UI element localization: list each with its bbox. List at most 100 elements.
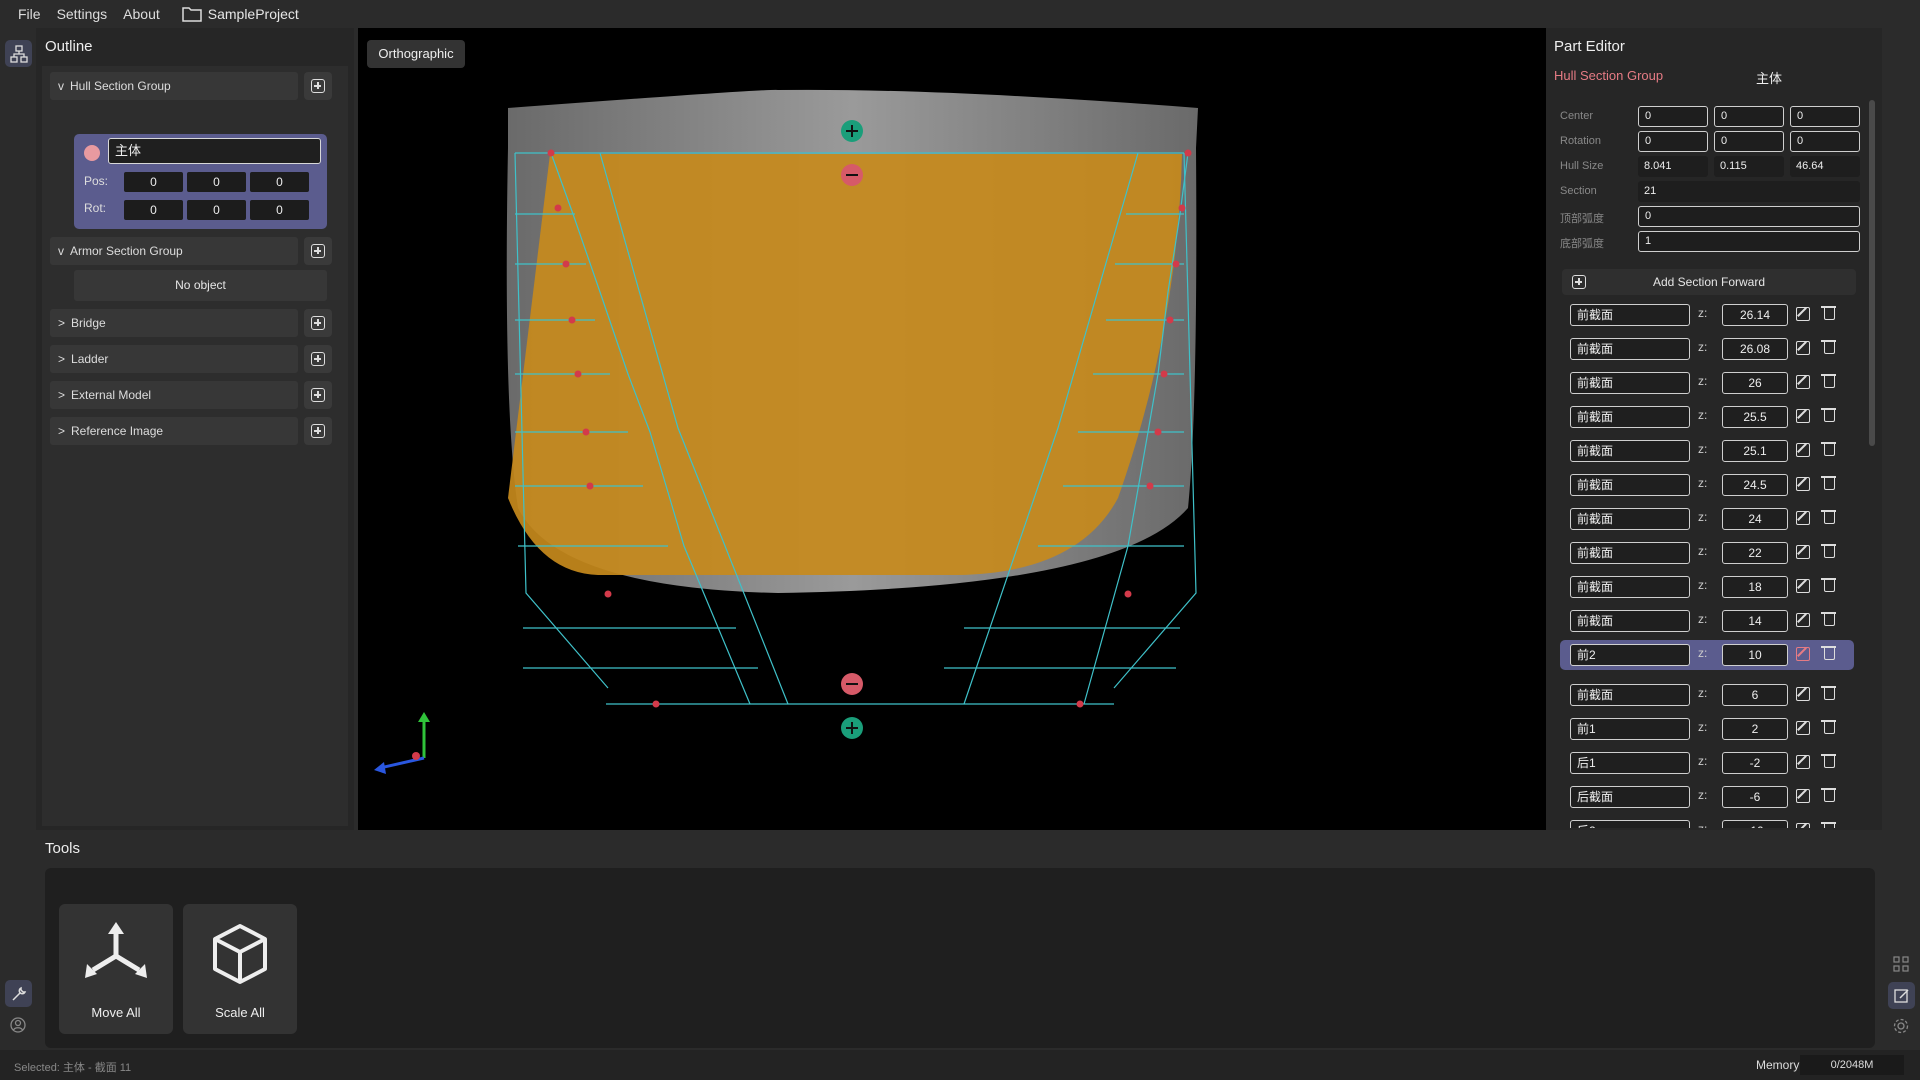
delete-section-icon[interactable] [1821,788,1836,802]
edit-section-icon[interactable] [1796,755,1810,769]
rotation-x-input[interactable]: 0 [1638,131,1708,152]
edit-section-icon[interactable] [1796,409,1810,423]
section-row[interactable]: 前截面 z: 14 [1560,606,1854,636]
rot-y-input[interactable]: 0 [187,200,246,220]
add-section-top-icon[interactable] [841,120,863,142]
center-z-input[interactable]: 0 [1790,106,1860,127]
section-name-input[interactable]: 前截面 [1570,542,1690,564]
menu-file[interactable]: File [10,6,49,22]
group-armor-section[interactable]: v Armor Section Group [50,237,298,265]
edit-section-icon[interactable] [1796,307,1810,321]
outline-toggle-button[interactable] [5,40,32,67]
pos-x-input[interactable]: 0 [124,172,183,192]
delete-section-icon[interactable] [1821,476,1836,490]
section-name-input[interactable]: 后2 [1570,820,1690,828]
section-z-input[interactable]: 22 [1722,542,1788,564]
section-row[interactable]: 前截面 z: 26.08 [1560,334,1854,364]
section-row[interactable]: 前截面 z: 26.14 [1560,300,1854,330]
section-name-input[interactable]: 前截面 [1570,508,1690,530]
section-row[interactable]: 前截面 z: 24 [1560,504,1854,534]
edit-section-icon[interactable] [1796,443,1810,457]
part-color-swatch[interactable] [84,145,100,161]
rot-z-input[interactable]: 0 [250,200,309,220]
rotation-z-input[interactable]: 0 [1790,131,1860,152]
edit-section-icon[interactable] [1796,789,1810,803]
layout-button[interactable] [1893,956,1909,975]
hull-render[interactable] [358,28,1546,830]
menu-about[interactable]: About [115,6,168,22]
section-row[interactable]: 前2 z: 10 [1560,640,1854,670]
section-row[interactable]: 后2 z: -10 [1560,816,1854,828]
section-z-input[interactable]: 18 [1722,576,1788,598]
delete-section-icon[interactable] [1821,408,1836,422]
section-z-input[interactable]: 2 [1722,718,1788,740]
top-curve-input[interactable]: 0 [1638,206,1860,227]
section-z-input[interactable]: -2 [1722,752,1788,774]
section-z-input[interactable]: 26 [1722,372,1788,394]
rotation-y-input[interactable]: 0 [1714,131,1784,152]
section-name-input[interactable]: 前1 [1570,718,1690,740]
section-z-input[interactable]: -10 [1722,820,1788,828]
bottom-curve-input[interactable]: 1 [1638,231,1860,252]
section-row[interactable]: 后1 z: -2 [1560,748,1854,778]
section-z-input[interactable]: 25.1 [1722,440,1788,462]
edit-section-icon[interactable] [1796,341,1810,355]
remove-section-bottom-icon[interactable] [841,673,863,695]
add-external-model-button[interactable] [304,381,332,409]
remove-section-top-icon[interactable] [841,164,863,186]
section-row[interactable]: 前截面 z: 22 [1560,538,1854,568]
delete-section-icon[interactable] [1821,754,1836,768]
section-row[interactable]: 前截面 z: 24.5 [1560,470,1854,500]
add-section-bottom-icon[interactable] [841,717,863,739]
edit-section-icon[interactable] [1796,375,1810,389]
section-name-input[interactable]: 前截面 [1570,304,1690,326]
add-bridge-button[interactable] [304,309,332,337]
edit-section-icon[interactable] [1796,687,1810,701]
scale-all-button[interactable]: Scale All [183,904,297,1034]
section-z-input[interactable]: 6 [1722,684,1788,706]
rot-x-input[interactable]: 0 [124,200,183,220]
edit-section-icon[interactable] [1796,477,1810,491]
edit-section-icon[interactable] [1796,511,1810,525]
section-name-input[interactable]: 前截面 [1570,576,1690,598]
delete-section-icon[interactable] [1821,612,1836,626]
section-row[interactable]: 前截面 z: 18 [1560,572,1854,602]
project-button[interactable]: SampleProject [182,6,299,22]
edit-section-icon[interactable] [1796,823,1810,828]
part-name-input[interactable]: 主体 [108,138,321,164]
edit-section-icon[interactable] [1796,545,1810,559]
edit-section-icon[interactable] [1796,721,1810,735]
part-editor-toggle-button[interactable] [1888,982,1915,1009]
hull-part-item[interactable]: 主体 Pos: 0 0 0 Rot: 0 0 0 [74,134,327,229]
section-name-input[interactable]: 前截面 [1570,440,1690,462]
pos-z-input[interactable]: 0 [250,172,309,192]
3d-viewport[interactable]: Orthographic [358,28,1546,830]
section-z-input[interactable]: -6 [1722,786,1788,808]
delete-section-icon[interactable] [1821,374,1836,388]
section-row[interactable]: 前截面 z: 26 [1560,368,1854,398]
pos-y-input[interactable]: 0 [187,172,246,192]
section-name-input[interactable]: 前截面 [1570,474,1690,496]
move-all-button[interactable]: Move All [59,904,173,1034]
edit-section-icon[interactable] [1796,579,1810,593]
group-ladder[interactable]: > Ladder [50,345,298,373]
section-z-input[interactable]: 24 [1722,508,1788,530]
group-bridge[interactable]: > Bridge [50,309,298,337]
group-hull-section[interactable]: v Hull Section Group [50,72,298,100]
section-z-input[interactable]: 26.08 [1722,338,1788,360]
section-z-input[interactable]: 14 [1722,610,1788,632]
add-reference-image-button[interactable] [304,417,332,445]
delete-section-icon[interactable] [1821,646,1836,660]
section-name-input[interactable]: 前2 [1570,644,1690,666]
section-name-input[interactable]: 后1 [1570,752,1690,774]
section-name-input[interactable]: 前截面 [1570,372,1690,394]
section-z-input[interactable]: 25.5 [1722,406,1788,428]
delete-section-icon[interactable] [1821,442,1836,456]
delete-section-icon[interactable] [1821,340,1836,354]
section-name-input[interactable]: 后截面 [1570,786,1690,808]
section-z-input[interactable]: 24.5 [1722,474,1788,496]
settings-button[interactable] [1893,1018,1909,1037]
section-row[interactable]: 前1 z: 2 [1560,714,1854,744]
section-name-input[interactable]: 前截面 [1570,610,1690,632]
add-armor-section-button[interactable] [304,237,332,265]
